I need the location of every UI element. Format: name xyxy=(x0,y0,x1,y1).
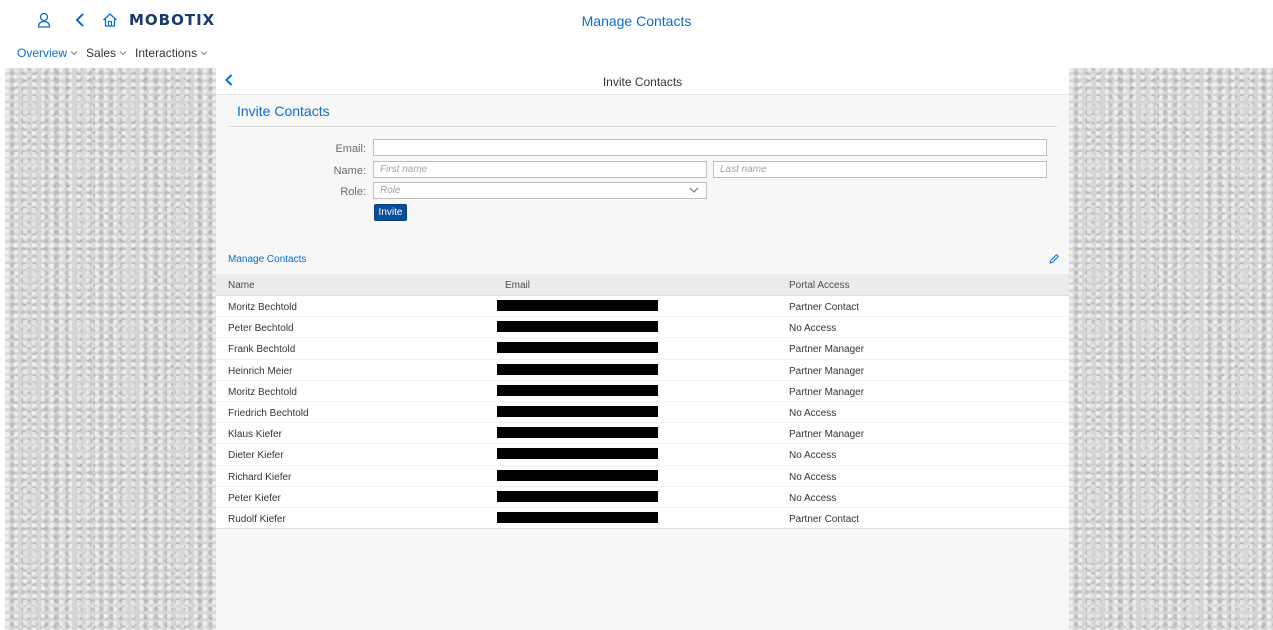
redacted-email xyxy=(497,511,658,523)
contact-name: Rudolf Kiefer xyxy=(228,513,286,525)
table-row[interactable]: Moritz Bechtold Partner Manager xyxy=(216,380,1069,402)
contact-name: Moritz Bechtold xyxy=(228,302,297,313)
menu-overview-label: Overview xyxy=(17,46,68,60)
email-label: Email: xyxy=(335,143,366,155)
first-name-field[interactable] xyxy=(373,161,707,178)
portal-access: No Access xyxy=(789,323,837,335)
contacts-table: Name Email Portal Access Moritz Bechtold… xyxy=(216,274,1069,530)
portal-access: No Access xyxy=(789,450,837,462)
email-field[interactable] xyxy=(373,139,1047,156)
panel-header: Invite Contacts xyxy=(216,68,1069,95)
column-header-email[interactable]: Email xyxy=(505,280,530,291)
redacted-email xyxy=(497,384,658,396)
portal-access: Partner Manager xyxy=(789,386,865,398)
panel-title: Invite Contacts xyxy=(602,75,683,89)
contact-name: Klaus Kiefer xyxy=(228,429,282,441)
contact-name: Frank Bechtold xyxy=(228,344,296,356)
chevron-down-icon xyxy=(200,51,208,56)
background-texture-right xyxy=(1069,68,1273,630)
top-menu: Overview Sales Interactions xyxy=(17,45,216,61)
app-title: Manage Contacts xyxy=(581,13,692,29)
name-label: Name: xyxy=(333,165,366,177)
redacted-email xyxy=(497,469,658,481)
background-texture-left xyxy=(5,68,216,630)
role-label: Role: xyxy=(340,186,366,198)
redacted-email xyxy=(497,300,658,311)
redacted-email xyxy=(497,363,658,375)
menu-overview[interactable]: Overview xyxy=(17,45,78,61)
menu-sales[interactable]: Sales xyxy=(86,45,127,61)
contact-name: Heinrich Meier xyxy=(228,365,293,377)
invite-button[interactable]: Invite xyxy=(374,204,407,221)
table-row[interactable]: Moritz Bechtold Partner Contact xyxy=(216,296,1069,318)
chevron-down-icon[interactable] xyxy=(689,186,699,194)
portal-access: Partner Contact xyxy=(789,513,860,525)
edit-pencil-icon[interactable] xyxy=(1048,253,1060,265)
column-header-name[interactable]: Name xyxy=(228,280,255,291)
contact-name: Peter Kiefer xyxy=(228,492,281,504)
menu-sales-label: Sales xyxy=(86,46,117,60)
role-select[interactable] xyxy=(373,182,707,199)
contact-name: Friedrich Bechtold xyxy=(228,407,309,419)
form-title: Invite Contacts xyxy=(237,103,330,119)
chevron-down-icon xyxy=(70,51,78,56)
contact-name: Dieter Kiefer xyxy=(228,450,284,462)
portal-access: Partner Contact xyxy=(789,302,860,313)
portal-access: Partner Manager xyxy=(789,344,865,356)
table-row[interactable]: Peter Bechtold No Access xyxy=(216,317,1069,339)
invite-contacts-panel: Invite Contacts Invite Contacts Email: N… xyxy=(216,68,1069,630)
portal-access: Partner Manager xyxy=(789,365,865,377)
redacted-email xyxy=(497,427,658,439)
table-row[interactable]: Frank Bechtold Partner Manager xyxy=(216,338,1069,360)
table-row[interactable]: Friedrich Bechtold No Access xyxy=(216,401,1069,424)
portal-access: No Access xyxy=(789,471,837,483)
table-row[interactable]: Dieter Kiefer No Access xyxy=(216,444,1069,466)
form-divider xyxy=(229,126,1057,127)
redacted-email xyxy=(497,448,658,460)
redacted-email xyxy=(497,405,658,417)
menu-interactions[interactable]: Interactions xyxy=(135,45,208,61)
redacted-email xyxy=(497,342,658,354)
shell-bar: MOBOTIX Manage Contacts xyxy=(0,0,1273,42)
manage-contacts-title: Manage Contacts xyxy=(228,254,307,265)
redacted-email xyxy=(497,490,658,502)
role-field[interactable] xyxy=(373,182,707,199)
menu-interactions-label: Interactions xyxy=(135,46,198,60)
portal-access: No Access xyxy=(789,492,837,504)
last-name-field[interactable] xyxy=(713,161,1047,178)
table-body: Moritz Bechtold Partner Contact Peter Bech… xyxy=(216,296,1069,530)
portal-access: No Access xyxy=(789,407,837,419)
table-header: Name Email Portal Access xyxy=(216,274,1069,296)
contact-name: Peter Bechtold xyxy=(228,323,294,335)
table-row[interactable]: Richard Kiefer No Access xyxy=(216,465,1069,487)
column-header-portal-access[interactable]: Portal Access xyxy=(789,280,850,291)
chevron-down-icon xyxy=(119,51,127,56)
contact-name: Moritz Bechtold xyxy=(228,386,297,398)
table-row[interactable]: Peter Kiefer No Access xyxy=(216,486,1069,508)
redacted-email xyxy=(497,321,658,333)
contact-name: Richard Kiefer xyxy=(228,471,292,483)
table-row[interactable]: Heinrich Meier Partner Manager xyxy=(216,359,1069,381)
table-row[interactable]: Rudolf Kiefer Partner Contact xyxy=(216,507,1069,530)
table-row[interactable]: Klaus Kiefer Partner Manager xyxy=(216,423,1069,445)
portal-access: Partner Manager xyxy=(789,429,865,441)
shell-header: MOBOTIX Manage Contacts Overview Sales I… xyxy=(0,0,1273,68)
